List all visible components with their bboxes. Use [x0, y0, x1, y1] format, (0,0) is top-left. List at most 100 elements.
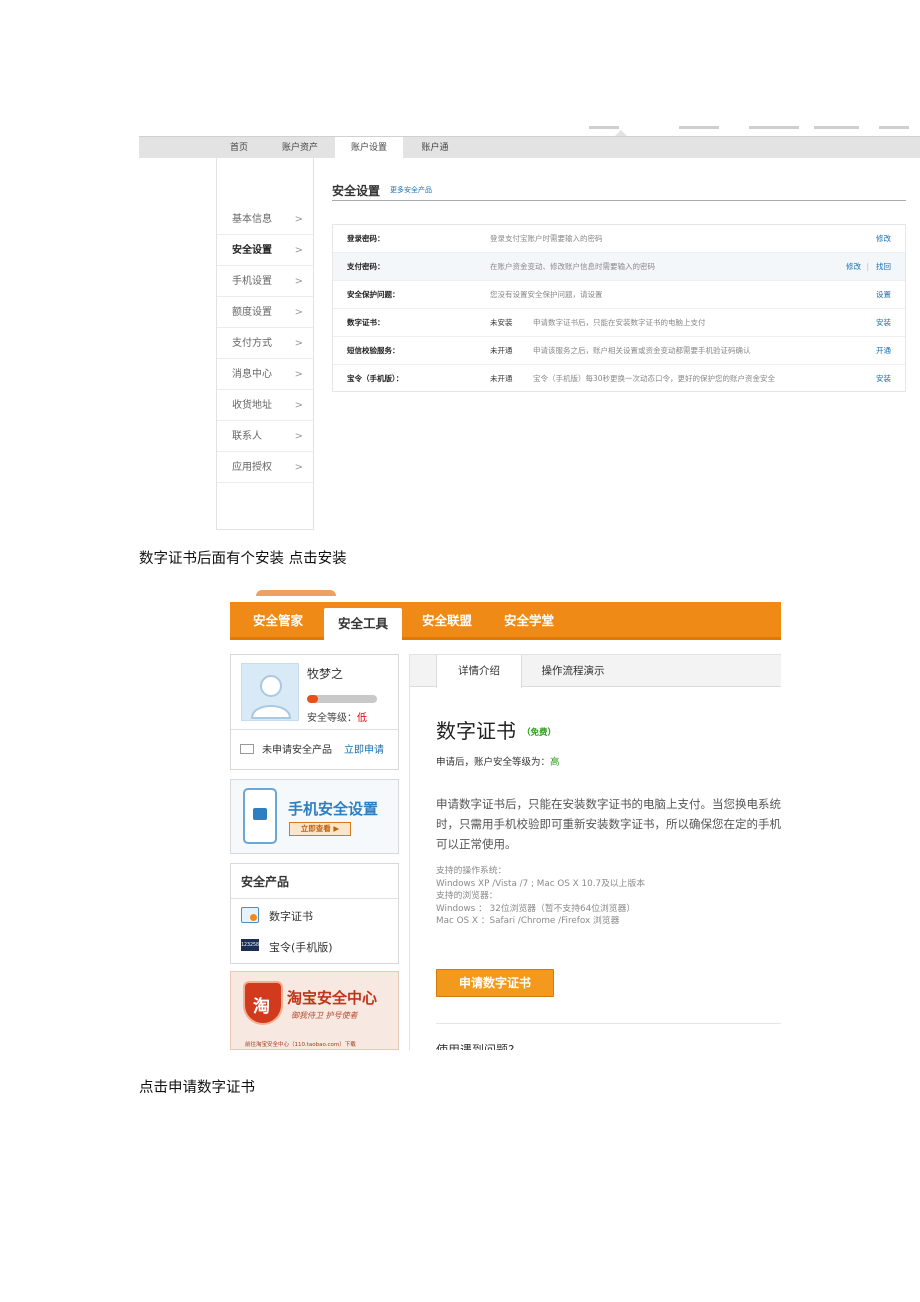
sidebar-item-app-auth[interactable]: 应用授权 > [217, 452, 313, 483]
user-silhouette-icon [250, 675, 292, 719]
lock-icon [253, 808, 267, 820]
product-digital-certificate[interactable]: 数字证书 [269, 908, 313, 924]
install-token-link[interactable]: 安装 [876, 365, 891, 393]
action-separator: | [866, 262, 869, 271]
chevron-right-icon: > [294, 214, 303, 225]
tab-process-demo[interactable]: 操作流程演示 [528, 655, 618, 687]
row-description: 申请数字证书后，只能在安装数字证书的电脑上支付 [533, 318, 706, 327]
tab-details[interactable]: 详情介绍 [436, 655, 522, 688]
header-logo-fragment [256, 590, 336, 596]
taobao-glyph: 淘 [253, 997, 270, 1017]
chevron-right-icon: > [294, 369, 303, 380]
nav-account-settings[interactable]: 账户设置 [335, 137, 403, 160]
sidebar-item-contacts[interactable]: 联系人 > [217, 421, 313, 452]
unapplied-status: 未申请安全产品 [262, 745, 332, 756]
tab-security-manager[interactable]: 安全管家 [240, 602, 316, 640]
caption-install: 数字证书后面有个安装 点击安装 [139, 551, 347, 567]
sidebar-item-phone[interactable]: 手机设置 > [217, 266, 313, 297]
sidebar-item-label: 基本信息 [232, 214, 272, 225]
title-divider [332, 200, 906, 201]
enable-sms-link[interactable]: 开通 [876, 337, 891, 365]
chevron-right-icon: > [294, 462, 303, 473]
row-name: 短信校验服务： [347, 346, 400, 355]
chevron-right-icon: > [294, 307, 303, 318]
after-level-value: 高 [550, 757, 560, 768]
os-line: 支持的浏览器： [436, 891, 498, 901]
divider [231, 898, 398, 899]
os-line: 支持的操作系统： [436, 866, 507, 876]
sidebar-item-security[interactable]: 安全设置 > [217, 235, 313, 266]
set-security-question-link[interactable]: 设置 [876, 281, 891, 309]
cropped-top-strip [579, 120, 920, 134]
nav-assets[interactable]: 账户资产 [275, 137, 325, 159]
chevron-right-icon: > [294, 245, 303, 256]
row-status: 未安装 [490, 318, 513, 327]
os-line: Mac OS X ：Safari /Chrome /Firefox 浏览器 [436, 916, 620, 926]
row-name: 安全保护问题： [347, 290, 400, 299]
table-row: 支付密码： 在账户资金变动、修改账户信息时需要输入的密码 修改 | 找回 [333, 253, 905, 281]
row-name: 数字证书： [347, 318, 385, 327]
divider [436, 1023, 781, 1024]
free-badge: （免费） [522, 728, 557, 738]
view-now-button[interactable]: 立即查看 ▶ [289, 822, 351, 836]
banner-slogan: 御我侍卫 护号使者 [291, 1011, 358, 1020]
row-status: 未开通 [490, 374, 513, 383]
modify-login-password-link[interactable]: 修改 [876, 225, 891, 253]
sidebar-item-address[interactable]: 收货地址 > [217, 390, 313, 421]
table-row: 安全保护问题： 您没有设置安全保护问题，请设置 设置 [333, 281, 905, 309]
sidebar-item-label: 额度设置 [232, 307, 272, 318]
sidebar-item-label: 消息中心 [232, 369, 272, 380]
divider [231, 729, 398, 730]
avatar [241, 663, 299, 721]
install-certificate-link[interactable]: 安装 [876, 309, 891, 337]
apply-now-link[interactable]: 立即申请 [344, 741, 384, 756]
level-label-text: 安全等级： [307, 713, 357, 724]
row-name: 登录密码： [347, 234, 385, 243]
settings-sidebar: 基本信息 > 安全设置 > 手机设置 > 额度设置 > 支付方式 > 消息中心 > 收货地址… [216, 158, 314, 530]
chevron-right-icon: > [294, 338, 303, 349]
row-name: 支付密码： [347, 262, 385, 271]
security-level-bar [307, 695, 377, 703]
chevron-right-icon: > [294, 276, 303, 287]
security-center-screenshot: 安全管家 安全工具 安全联盟 安全学堂 牧梦之 安全等级：低 未申请安全产品 立… [230, 590, 781, 1050]
recover-pay-password-link[interactable]: 找回 [876, 253, 891, 281]
modify-pay-password-link[interactable]: 修改 [846, 253, 861, 281]
tab-security-school[interactable]: 安全学堂 [494, 602, 564, 640]
os-line: Windows XP /Vista /7 ; Mac OS X 10.7及以上版… [436, 878, 646, 889]
sidebar-item-label: 支付方式 [232, 338, 272, 349]
sidebar-item-payment[interactable]: 支付方式 > [217, 328, 313, 359]
after-apply-level: 申请后，账户安全等级为：高 [436, 754, 560, 768]
phone-security-promo[interactable]: 手机安全设置 立即查看 ▶ [230, 779, 399, 854]
apply-certificate-button[interactable]: 申请数字证书 [436, 969, 554, 997]
os-line: Windows ： 32位浏览器（暂不支持64位浏览器） [436, 903, 636, 914]
card-icon [240, 744, 254, 754]
sidebar-item-basic-info[interactable]: 基本信息 > [217, 204, 313, 235]
row-description: 宝令（手机版）每30秒更换一次动态口令，更好的保护您的账户资金安全 [533, 374, 776, 383]
tab-security-tools[interactable]: 安全工具 [324, 608, 402, 644]
caption-apply: 点击申请数字证书 [139, 1080, 255, 1096]
security-level-fill [307, 695, 318, 703]
sidebar-item-messages[interactable]: 消息中心 > [217, 359, 313, 390]
sidebar-item-label: 安全设置 [232, 245, 272, 256]
taobao-shield-icon: 淘 [243, 981, 283, 1025]
nav-home[interactable]: 首页 [219, 137, 259, 159]
security-settings-table: 登录密码： 登录支付宝账户时需要输入的密码 修改 支付密码： 在账户资金变动、修… [332, 224, 906, 392]
taobao-security-banner[interactable]: 淘 淘宝安全中心 御我侍卫 护号使者 前往淘宝安全中心（110.taobao.c… [230, 971, 399, 1050]
tab-security-alliance[interactable]: 安全联盟 [412, 602, 482, 640]
table-row: 宝令（手机版）： 未开通 宝令（手机版）每30秒更换一次动态口令，更好的保护您的… [333, 365, 905, 393]
user-name: 牧梦之 [307, 667, 344, 681]
products-title: 安全产品 [241, 875, 290, 889]
banner-title: 淘宝安全中心 [287, 989, 378, 1007]
row-description: 您没有设置安全保护问题，请设置 [490, 290, 603, 299]
product-token[interactable]: 宝令(手机版) [269, 939, 333, 955]
certificate-description: 申请数字证书后，只能在安装数字证书的电脑上支付。当您换电系统时，只需用手机校验即… [436, 797, 781, 851]
phone-promo-title: 手机安全设置 [288, 800, 379, 818]
nav-account-pass[interactable]: 账户通 [413, 137, 457, 159]
token-icon: 123258 [241, 939, 259, 951]
row-name: 宝令（手机版）： [347, 374, 404, 383]
row-status: 未开通 [490, 346, 513, 355]
system-requirements: 支持的操作系统： Windows XP /Vista /7 ; Mac OS X… [436, 865, 781, 928]
sidebar-item-limits[interactable]: 额度设置 > [217, 297, 313, 328]
more-security-products-link[interactable]: 更多安全产品 [390, 185, 432, 195]
detail-tabs: 详情介绍 操作流程演示 [410, 655, 781, 688]
